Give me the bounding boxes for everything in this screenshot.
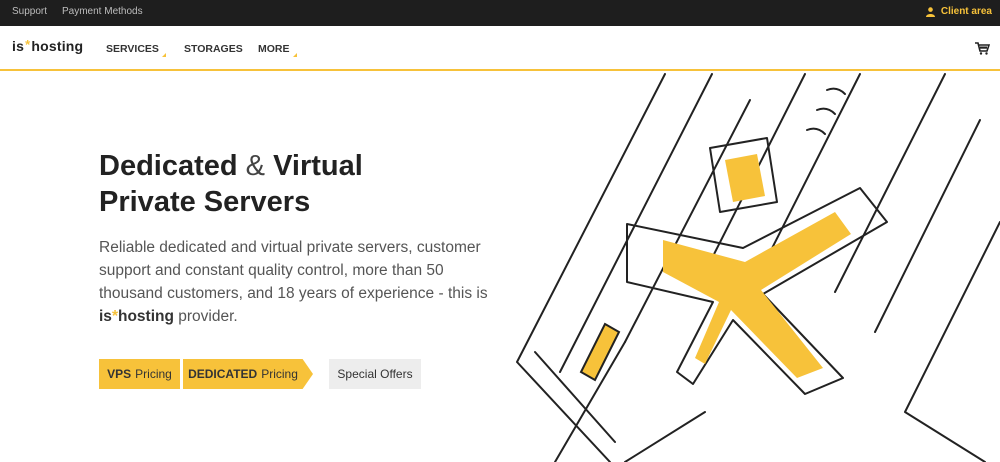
client-area-label: Client area bbox=[940, 6, 992, 17]
title-part2: Virtual bbox=[273, 150, 363, 182]
lead-text: Reliable dedicated and virtual private s… bbox=[99, 239, 488, 302]
support-link[interactable]: Support bbox=[12, 6, 47, 17]
top-utility-bar: Support Payment Methods Client area bbox=[0, 0, 1000, 26]
hero-illustration bbox=[516, 73, 1000, 462]
logo[interactable]: is * hosting bbox=[12, 37, 84, 54]
hero-description: Reliable dedicated and virtual private s… bbox=[99, 236, 499, 328]
lead-brand-left: is bbox=[99, 308, 112, 325]
title-part1: Dedicated bbox=[99, 150, 238, 182]
dropdown-corner-icon bbox=[292, 53, 297, 57]
dedicated-pricing-button[interactable]: DEDICATED Pricing bbox=[183, 359, 313, 389]
nav-storages-label: STORAGES bbox=[184, 43, 243, 55]
cart-icon[interactable] bbox=[974, 41, 990, 55]
client-area-link[interactable]: Client area bbox=[925, 6, 992, 17]
logo-star: * bbox=[25, 37, 31, 52]
nav-more[interactable]: MORE bbox=[258, 43, 297, 57]
title-line2: Private Servers bbox=[99, 186, 311, 218]
vps-pricing-button[interactable]: VPS Pricing bbox=[99, 359, 180, 389]
nav-storages[interactable]: STORAGES bbox=[184, 43, 243, 55]
logo-text-right: hosting bbox=[31, 38, 84, 54]
nav-more-label: MORE bbox=[258, 43, 290, 55]
vps-label-bold: VPS bbox=[107, 367, 132, 381]
logo-text-left: is bbox=[12, 38, 25, 54]
main-navigation: is * hosting SERVICES STORAGES MORE bbox=[0, 26, 1000, 71]
vps-label-rest: Pricing bbox=[135, 367, 172, 381]
dedicated-label-bold: DEDICATED bbox=[188, 367, 258, 381]
nav-services-label: SERVICES bbox=[106, 43, 159, 55]
title-ampersand: & bbox=[245, 150, 266, 182]
nav-services[interactable]: SERVICES bbox=[106, 43, 166, 57]
dedicated-label-rest: Pricing bbox=[261, 367, 298, 381]
lead-brand-right: hosting bbox=[117, 308, 174, 325]
lead-end: provider. bbox=[178, 308, 238, 325]
payment-methods-link[interactable]: Payment Methods bbox=[62, 6, 143, 17]
dropdown-corner-icon bbox=[161, 53, 166, 57]
lead-brand: is*hosting bbox=[99, 308, 174, 325]
user-icon bbox=[925, 6, 935, 17]
special-offers-button[interactable]: Special Offers bbox=[329, 359, 421, 389]
page-title: Dedicated & Virtual Private Servers bbox=[99, 148, 519, 220]
